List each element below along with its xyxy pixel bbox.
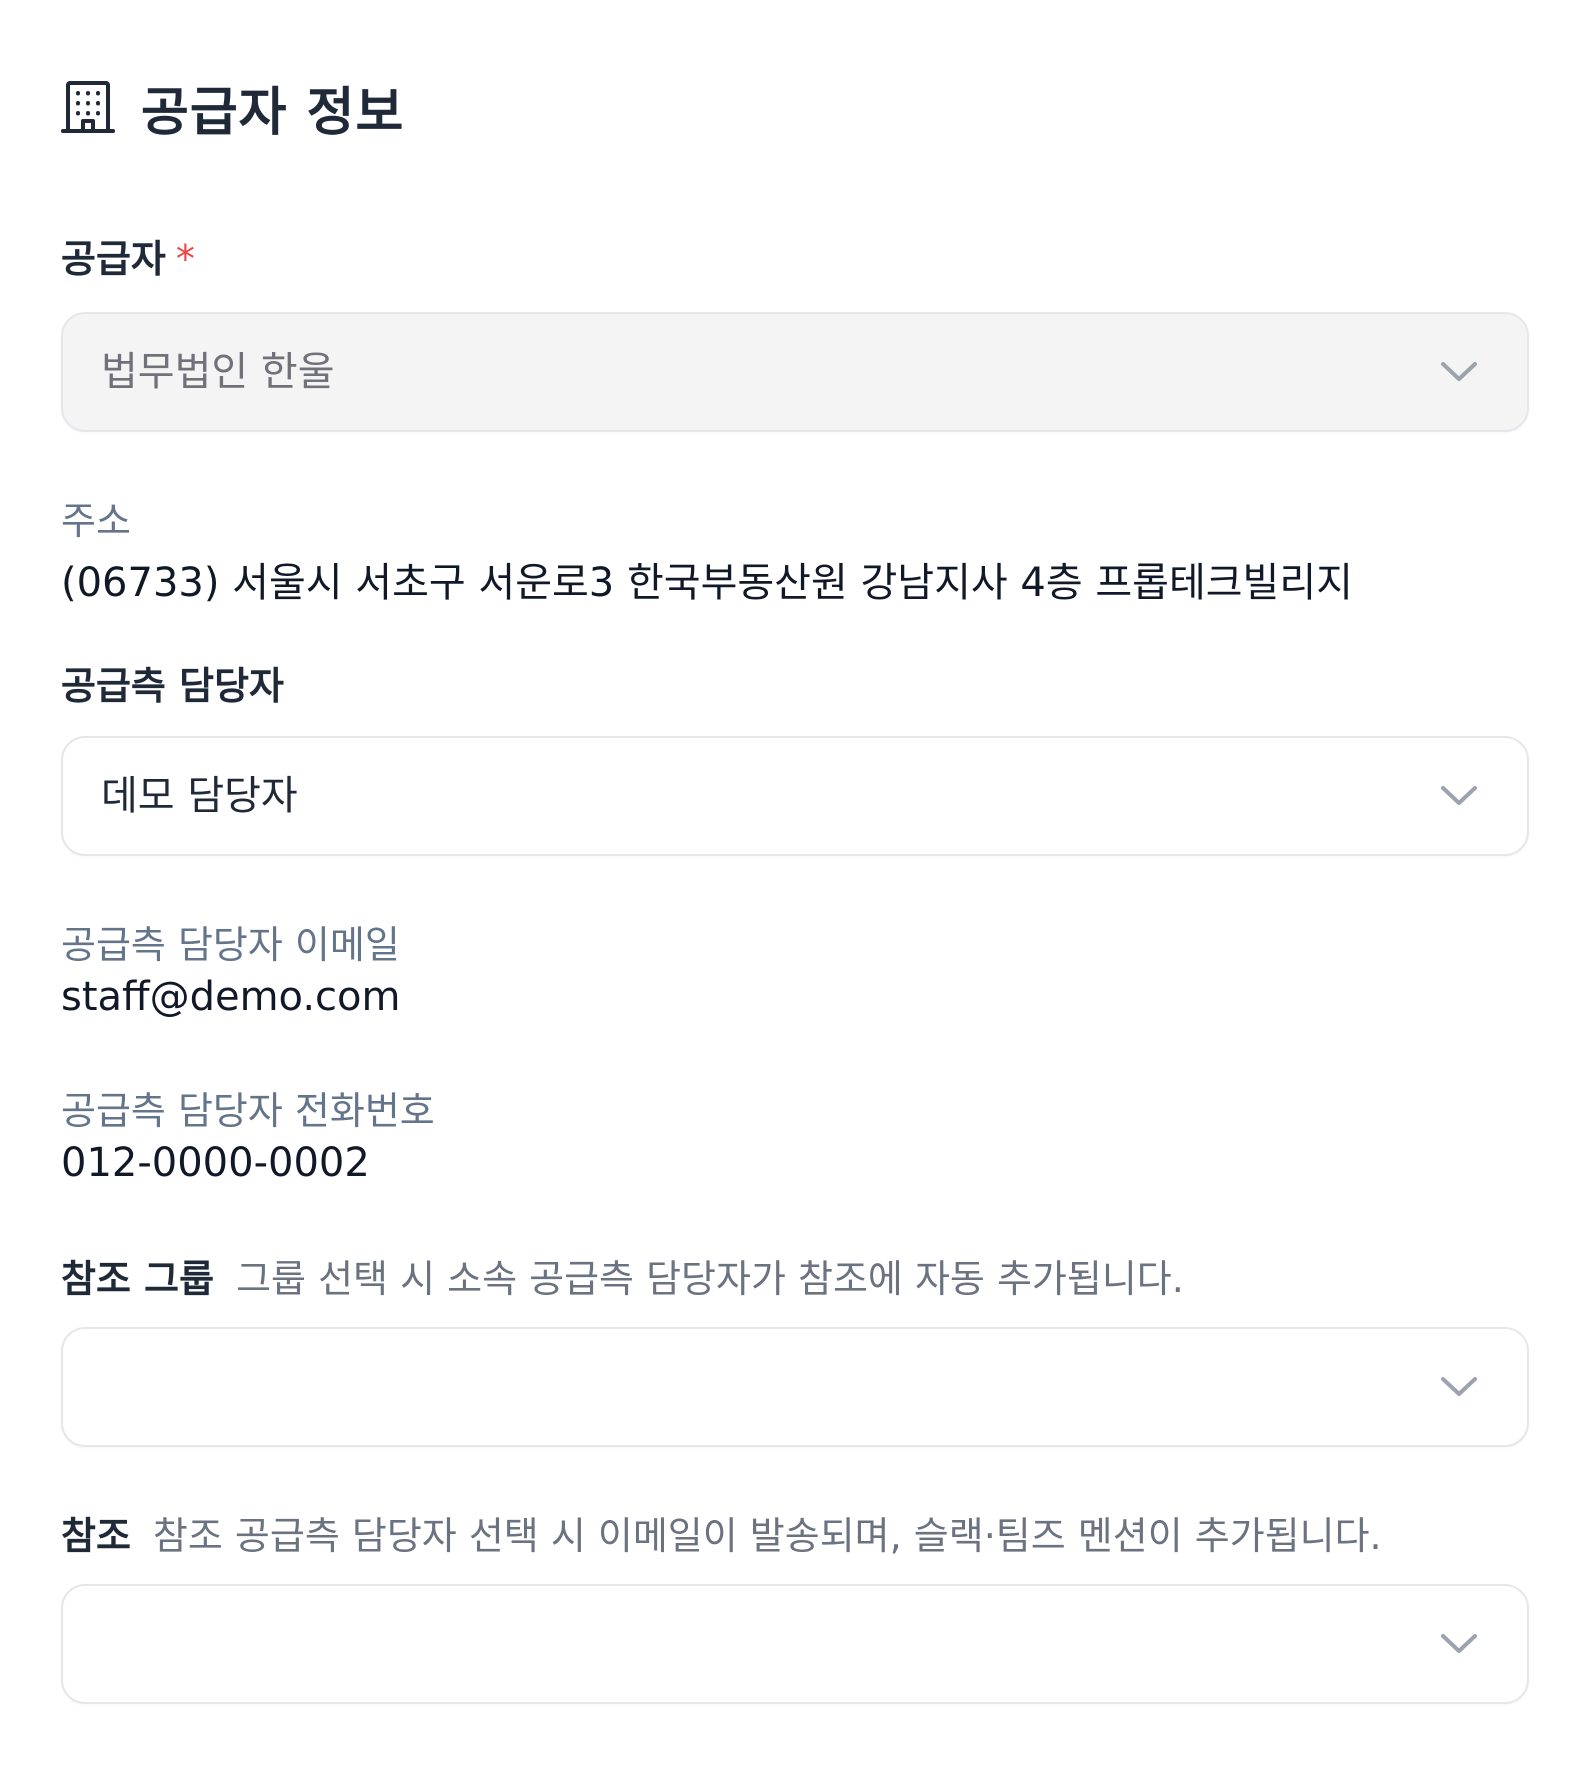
chevron-down-icon: [1439, 780, 1479, 810]
cc-group-hint: 그룹 선택 시 소속 공급측 담당자가 참조에 자동 추가됩니다.: [236, 1257, 1184, 1301]
supplier-select-value: 법무법인 한울: [101, 349, 335, 395]
required-mark: *: [175, 237, 195, 281]
cc-label-text: 참조: [61, 1514, 131, 1558]
supplier-contact-select[interactable]: 데모 담당자: [61, 736, 1529, 856]
contact-email-label: 공급측 담당자 이메일: [61, 923, 400, 967]
supplier-contact-select-value: 데모 담당자: [101, 773, 298, 819]
cc-label: 참조 참조 공급측 담당자 선택 시 이메일이 발송되며, 슬랙·팀즈 멘션이 추…: [61, 1505, 1382, 1560]
contact-phone-value: 012-0000-0002: [61, 1140, 370, 1186]
building-icon: [61, 79, 115, 135]
chevron-down-icon: [1439, 1628, 1479, 1658]
cc-group-label: 참조 그룹 그룹 선택 시 소속 공급측 담당자가 참조에 자동 추가됩니다.: [61, 1248, 1184, 1303]
chevron-down-icon: [1439, 1371, 1479, 1401]
cc-select[interactable]: [61, 1584, 1529, 1704]
supplier-contact-label-text: 공급측 담당자: [61, 664, 284, 708]
supplier-contact-label: 공급측 담당자: [61, 655, 284, 710]
contact-phone-label: 공급측 담당자 전화번호: [61, 1089, 435, 1133]
chevron-down-icon: [1439, 356, 1479, 386]
cc-group-select[interactable]: [61, 1327, 1529, 1447]
contact-email-value: staff@demo.com: [61, 974, 401, 1020]
supplier-label-text: 공급자: [61, 237, 166, 281]
address-value: (06733) 서울시 서초구 서운로3 한국부동산원 강남지사 4층 프롭테크…: [61, 560, 1353, 606]
section-title: 공급자 정보: [141, 82, 405, 143]
cc-group-label-text: 참조 그룹: [61, 1257, 215, 1301]
cc-hint: 참조 공급측 담당자 선택 시 이메일이 발송되며, 슬랙·팀즈 멘션이 추가됩…: [152, 1514, 1382, 1558]
section-header: 공급자 정보: [61, 72, 405, 143]
supplier-select[interactable]: 법무법인 한울: [61, 312, 1529, 432]
address-label: 주소: [61, 499, 131, 543]
supplier-label: 공급자 *: [61, 228, 195, 283]
